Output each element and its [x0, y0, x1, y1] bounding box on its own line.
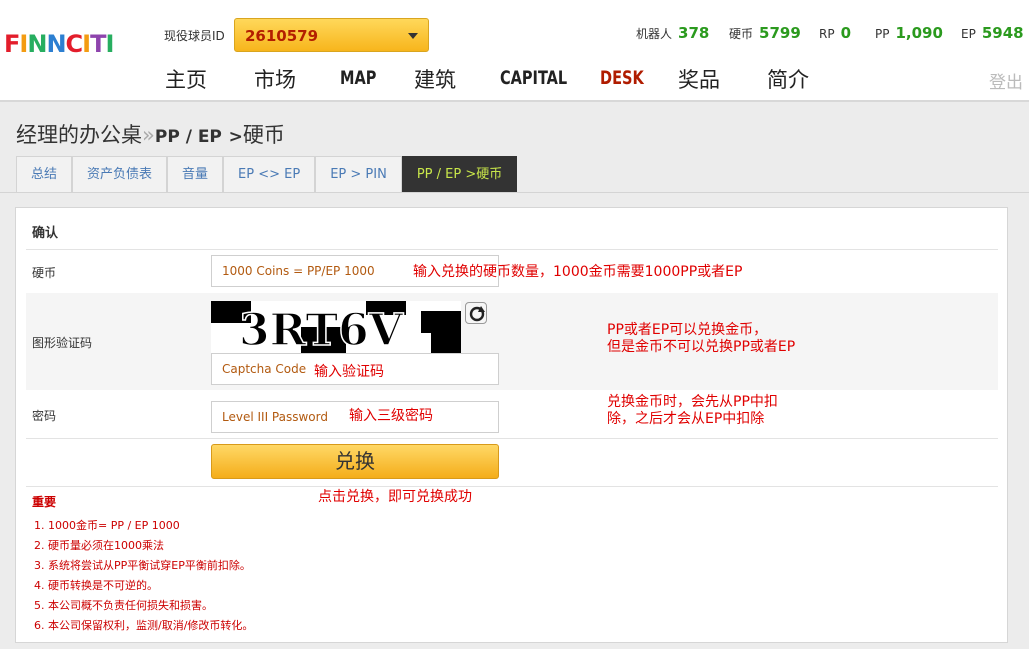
refresh-captcha-icon[interactable]: [465, 302, 487, 324]
logout-link[interactable]: 登出: [989, 68, 1023, 93]
annotation-deduct-2: 除，之后才会从EP中扣除: [607, 411, 765, 427]
note-item: 2. 硬币量必须在1000乘法: [34, 539, 164, 552]
nav-map[interactable]: MAP: [340, 67, 376, 89]
annotation-captcha: 输入验证码: [314, 364, 384, 380]
exchange-button[interactable]: 兑换: [211, 444, 499, 479]
tab-volume[interactable]: 音量: [167, 156, 224, 192]
annotation-coins: 输入兑换的硬币数量，1000金币需要1000PP或者EP: [413, 264, 743, 280]
top-bar: FINNCITI 现役球员ID 2610579 机器人 378 硬币 5799 RP…: [0, 0, 1029, 102]
annotation-ppep-2: 但是金币不可以兑换PP或者EP: [607, 339, 796, 355]
divider: [26, 486, 998, 487]
note-item: 4. 硬币转换是不可逆的。: [34, 579, 158, 592]
confirm-heading: 确认: [32, 226, 59, 241]
divider: [26, 438, 998, 439]
tab-divider: [0, 192, 1029, 193]
stat-pp: PP 1,090: [875, 24, 943, 42]
notes-title: 重要: [32, 495, 57, 509]
finnciti-logo[interactable]: FINNCITI: [4, 30, 114, 58]
note-item: 1. 1000金币= PP / EP 1000: [34, 519, 180, 532]
nav-building[interactable]: 建筑: [414, 64, 456, 94]
stat-robot: 机器人 378: [636, 24, 710, 42]
nav-desk[interactable]: DESK: [600, 67, 644, 89]
player-id-value: 2610579: [245, 27, 319, 45]
captcha-row: [26, 293, 998, 390]
nav-prizes[interactable]: 奖品: [678, 64, 720, 94]
nav-capital[interactable]: CAPITAL: [500, 67, 567, 89]
tab-pp-ep-coins[interactable]: PP / EP >硬币: [401, 156, 518, 192]
divider: [26, 249, 998, 250]
captcha-image: 3RT6V: [211, 301, 461, 353]
exchange-panel: 确认 硬币 1000 Coins = PP/EP 1000 输入兑换的硬币数量，…: [15, 207, 1008, 643]
nav-market[interactable]: 市场: [254, 64, 296, 94]
nav-profile[interactable]: 简介: [767, 64, 809, 94]
player-id-label: 现役球员ID: [164, 29, 225, 43]
tab-ep-ep[interactable]: EP <> EP: [223, 156, 316, 192]
captcha-text: 3RT6V: [239, 305, 404, 353]
captcha-label: 图形验证码: [32, 336, 93, 350]
breadcrumb: 经理的办公桌»PP / EP >硬币: [16, 119, 285, 149]
breadcrumb-separator: »: [142, 123, 155, 147]
note-item: 3. 系统将尝试从PP平衡试穿EP平衡前扣除。: [34, 559, 251, 572]
nav-home[interactable]: 主页: [165, 64, 207, 94]
breadcrumb-gt: >: [228, 127, 243, 147]
note-item: 5. 本公司概不负责任何损失和损害。: [34, 599, 213, 612]
player-id-select[interactable]: 2610579: [234, 18, 429, 52]
breadcrumb-current: 硬币: [242, 123, 285, 147]
desk-tabs: 总结 资产负债表 音量 EP <> EP EP > PIN PP / EP >硬…: [16, 156, 518, 192]
annotation-click: 点击兑换，即可兑换成功: [318, 489, 472, 505]
caret-down-icon: [408, 33, 418, 39]
tab-ep-pin[interactable]: EP > PIN: [315, 156, 402, 192]
breadcrumb-pp-ep: PP / EP: [154, 127, 222, 147]
tab-balance-sheet[interactable]: 资产负债表: [72, 156, 168, 192]
stat-ep: EP 5948: [961, 24, 1024, 42]
note-item: 6. 本公司保留权利，监测/取消/修改币转化。: [34, 619, 254, 632]
tab-summary[interactable]: 总结: [16, 156, 73, 192]
stat-rp: RP 0: [819, 24, 852, 42]
breadcrumb-root[interactable]: 经理的办公桌: [16, 123, 142, 147]
annotation-password: 输入三级密码: [349, 408, 433, 424]
important-notes: 重要 1. 1000金币= PP / EP 1000 2. 硬币量必须在1000…: [32, 493, 253, 636]
coins-label: 硬币: [32, 266, 57, 280]
password-label: 密码: [32, 409, 57, 423]
stat-coins: 硬币 5799: [729, 24, 801, 42]
